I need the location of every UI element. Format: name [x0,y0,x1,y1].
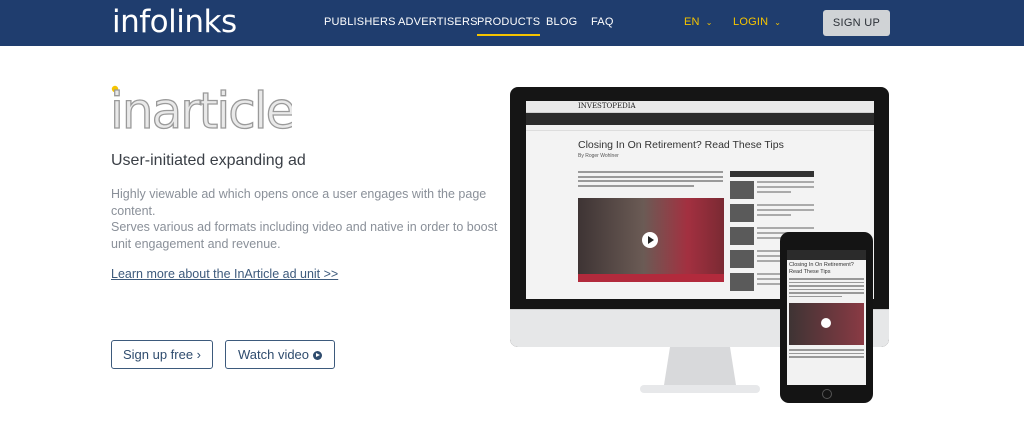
site-subnav [526,125,874,131]
login-label: LOGIN [733,16,769,28]
phone-article-text-2 [787,347,866,362]
nav-faq[interactable]: FAQ [591,16,614,29]
watch-video-label: Watch video [237,347,310,362]
site-nav [526,113,874,125]
chevron-down-icon: ⌄ [705,18,713,27]
article-title: Closing In On Retirement? Read These Tip… [578,139,784,151]
play-icon [642,232,658,248]
site-header: INVESTOPEDIA [526,101,874,113]
phone-site-header [787,250,866,260]
expanded-video-ad [578,198,724,282]
signup-free-button[interactable]: Sign up free › [111,340,213,369]
phone-video-ad [789,303,864,345]
phone-article-title: Closing In On Retirement? Read These Tip… [789,262,854,275]
description-line-1: Highly viewable ad which opens once a us… [111,187,487,218]
learn-more-link[interactable]: Learn more about the InArticle ad unit >… [111,267,338,281]
monitor-stand [640,347,760,393]
phone-screen: Closing In On Retirement? Read These Tip… [787,250,866,385]
watch-video-button[interactable]: Watch video [225,340,335,369]
infolinks-logo[interactable]: infolinks [112,6,237,38]
nav-publishers[interactable]: PUBLISHERS [324,16,396,29]
site-logo: INVESTOPEDIA [578,102,636,110]
signup-button[interactable]: SIGN UP [823,10,890,36]
article-byline: By Roger Wohlner [578,153,619,159]
language-label: EN [684,16,700,28]
chevron-down-icon: ⌄ [774,18,782,27]
nav-products[interactable]: PRODUCTS [477,16,541,36]
nav-advertisers[interactable]: ADVERTISERS [398,16,478,29]
video-caption-bar [578,274,724,282]
play-icon [821,318,831,328]
hero-subtitle: User-initiated expanding ad [111,152,306,169]
play-circle-icon [313,351,323,360]
logo-text: inarticle [110,84,292,132]
login-dropdown[interactable]: LOGIN ⌄ [733,16,781,29]
hero-description: Highly viewable ad which opens once a us… [111,186,501,252]
inarticle-logo: inarticle [110,84,292,132]
article-text [578,171,723,189]
language-selector[interactable]: EN ⌄ [684,16,713,29]
nav-blog[interactable]: BLOG [546,16,577,29]
description-line-2: Serves various ad formats including vide… [111,220,498,251]
top-navigation-bar: infolinks PUBLISHERS ADVERTISERS PRODUCT… [0,0,1024,46]
phone-article-text [787,276,866,301]
phone-home-button [822,389,832,399]
